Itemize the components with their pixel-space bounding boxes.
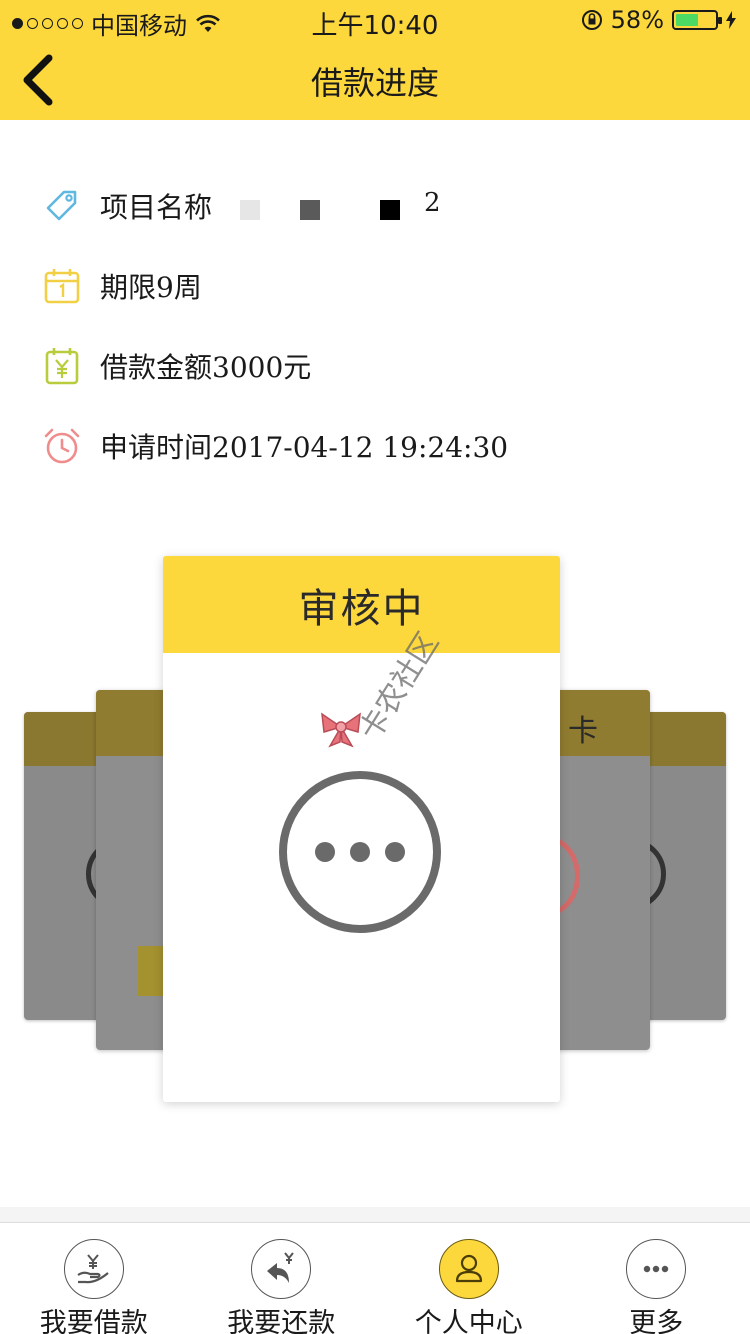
tab-borrow[interactable]: 我要借款 (0, 1223, 188, 1334)
more-dots-icon (626, 1239, 687, 1299)
orientation-lock-icon (581, 10, 602, 30)
tabbar-separator (0, 1207, 750, 1222)
charging-icon (726, 11, 736, 29)
apply-time-row: 申请时间2017-04-12 19:24:30 (42, 424, 508, 468)
amount-row: 借款金额3000元 (42, 344, 311, 388)
battery-percent: 58% (610, 6, 664, 34)
redaction-mark (380, 200, 400, 220)
redaction-mark (240, 200, 260, 220)
redaction-mark (300, 200, 320, 220)
user-icon (438, 1239, 499, 1299)
tab-profile[interactable]: 个人中心 (375, 1223, 563, 1334)
status-right: 58% (581, 6, 736, 34)
page-title: 借款进度 (310, 64, 439, 102)
term-row: 期限9周 (42, 264, 202, 308)
tag-icon (42, 186, 82, 226)
repay-yen-arrow-icon (251, 1239, 312, 1299)
ellipsis-circle-icon (279, 771, 441, 933)
borrow-yen-hand-icon (63, 1239, 124, 1299)
tab-bar: 我要借款 我要还款 个人中心 更多 (0, 1222, 750, 1334)
tab-repay[interactable]: 我要还款 (188, 1223, 376, 1334)
amount-label: 借款金额3000元 (100, 351, 312, 384)
tab-borrow-label: 我要借款 (39, 1308, 148, 1334)
project-name-suffix: 2 (424, 188, 441, 218)
calendar-icon (42, 266, 82, 306)
tab-repay-label: 我要还款 (227, 1308, 336, 1334)
term-label: 期限9周 (100, 271, 202, 304)
card-right-title: 卡 (568, 714, 598, 749)
battery-level (676, 14, 698, 26)
status-bar: 中国移动 上午10:40 58% (0, 0, 750, 41)
watermark: 卡农社区 (316, 578, 476, 758)
watermark-text: 卡农社区 (352, 626, 447, 747)
yen-calendar-icon (42, 346, 82, 386)
apply-time-label: 申请时间2017-04-12 19:24:30 (100, 431, 509, 464)
battery-icon (672, 10, 722, 30)
alarm-clock-icon (42, 426, 82, 466)
tab-more[interactable]: 更多 (563, 1223, 750, 1334)
nav-bar: 借款进度 (0, 40, 750, 120)
project-name-label: 项目名称 (100, 191, 213, 224)
tab-profile-label: 个人中心 (414, 1308, 523, 1334)
project-name-row: 项目名称 (42, 184, 212, 228)
tab-more-label: 更多 (629, 1308, 684, 1334)
